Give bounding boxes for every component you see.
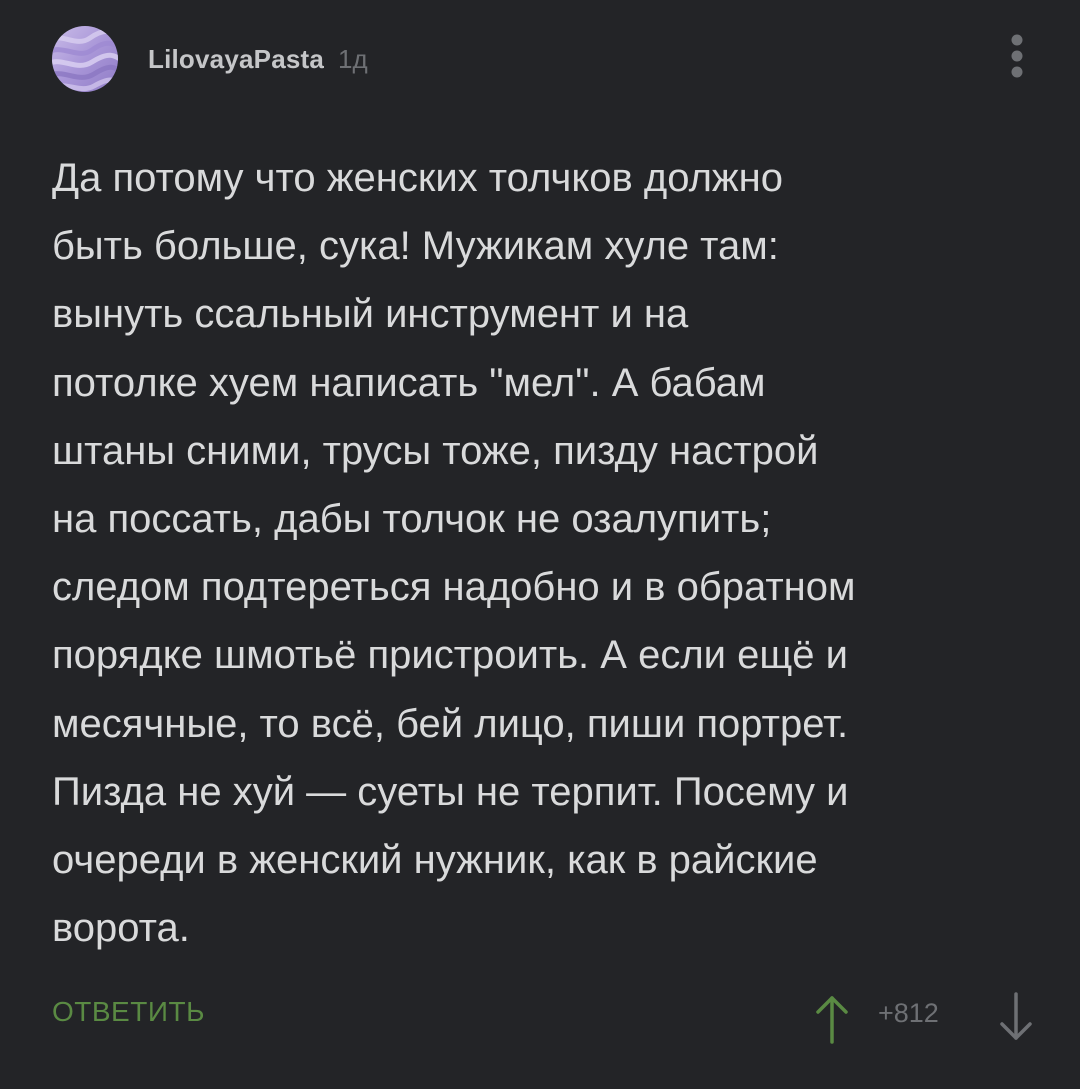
upvote-button[interactable]	[810, 990, 854, 1046]
comment: LilovayaPasta 1д Да потому что женских т…	[0, 0, 1080, 1089]
avatar[interactable]	[52, 26, 118, 92]
arrow-up-icon	[816, 996, 848, 1044]
more-vertical-icon	[1011, 34, 1023, 78]
downvote-button[interactable]	[994, 990, 1038, 1046]
author-name[interactable]: LilovayaPasta	[148, 44, 324, 75]
comment-text: Да потому что женских толчков должно быт…	[52, 156, 856, 951]
more-options-button[interactable]	[1000, 30, 1034, 82]
avatar-image	[52, 26, 118, 92]
comment-time: 1д	[338, 43, 368, 74]
vote-score: +812	[878, 998, 939, 1028]
comment-header: LilovayaPasta 1д	[52, 26, 368, 92]
arrow-down-icon	[1000, 992, 1032, 1040]
reply-button[interactable]: ОТВЕТИТЬ	[52, 996, 205, 1028]
